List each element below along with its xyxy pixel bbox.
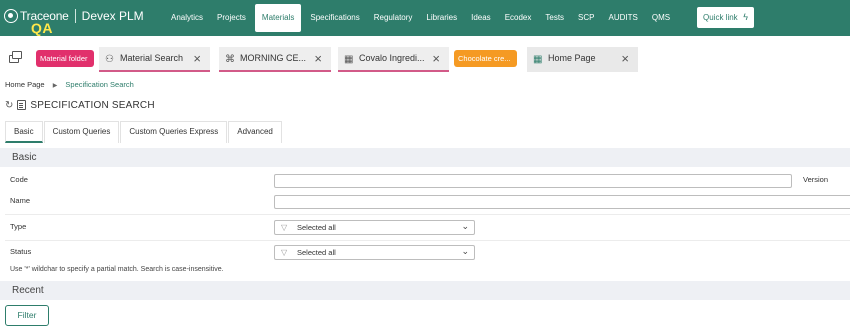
open-tabs-bar: Material folder ⚇ Material Search × ⌘ MO… bbox=[0, 44, 850, 73]
breadcrumb-current[interactable]: Specification Search bbox=[65, 80, 133, 89]
row-divider bbox=[5, 214, 850, 215]
filter-icon: ▽ bbox=[281, 248, 288, 257]
close-icon[interactable]: × bbox=[432, 51, 440, 66]
close-icon[interactable]: × bbox=[193, 51, 201, 66]
logo-divider bbox=[74, 9, 76, 23]
tab-basic[interactable]: Basic bbox=[5, 121, 43, 143]
type-select-value: Selected all bbox=[297, 223, 336, 232]
top-navigation-bar: Traceone Devex PLM QA Analytics Projects… bbox=[0, 0, 850, 36]
nav-ideas[interactable]: Ideas bbox=[464, 0, 498, 36]
refresh-icon[interactable]: ↻ bbox=[5, 100, 13, 111]
page-title: SPECIFICATION SEARCH bbox=[30, 99, 155, 111]
close-icon[interactable]: × bbox=[314, 51, 322, 66]
tab-home-page[interactable]: ▦ Home Page × bbox=[527, 47, 638, 72]
hierarchy-icon: ⚇ bbox=[105, 54, 114, 65]
tab-label: Covalo Ingredi... bbox=[359, 53, 425, 63]
table-icon: ▦ bbox=[344, 54, 354, 65]
nav-ecodex[interactable]: Ecodex bbox=[498, 0, 539, 36]
main-nav: Analytics Projects Materials Specificati… bbox=[164, 0, 677, 36]
tab-custom-queries[interactable]: Custom Queries bbox=[43, 121, 120, 143]
search-hint: Use '*' wildchar to specify a partial ma… bbox=[10, 266, 224, 273]
traceone-logo-icon bbox=[4, 9, 18, 23]
code-input[interactable] bbox=[274, 174, 792, 188]
filter-button[interactable]: Filter bbox=[5, 305, 49, 326]
tab-custom-queries-express[interactable]: Custom Queries Express bbox=[120, 121, 228, 143]
tab-morning-ce[interactable]: ⌘ MORNING CE... × bbox=[219, 47, 331, 72]
nav-audits[interactable]: AUDITS bbox=[602, 0, 645, 36]
tab-label: Home Page bbox=[548, 53, 596, 63]
filter-icon: ▽ bbox=[281, 223, 288, 232]
name-input[interactable] bbox=[274, 195, 850, 209]
nav-regulatory[interactable]: Regulatory bbox=[367, 0, 420, 36]
page-title-row: ↻ SPECIFICATION SEARCH bbox=[5, 99, 155, 111]
nav-materials[interactable]: Materials bbox=[254, 4, 302, 32]
row-divider bbox=[5, 240, 850, 241]
nav-analytics[interactable]: Analytics bbox=[164, 0, 210, 36]
nav-tests[interactable]: Tests bbox=[538, 0, 571, 36]
document-icon bbox=[17, 100, 27, 110]
search-mode-tabs: Basic Custom Queries Custom Queries Expr… bbox=[5, 121, 283, 143]
grid-icon: ▦ bbox=[533, 54, 543, 65]
tab-covalo-ingredi[interactable]: ▦ Covalo Ingredi... × bbox=[338, 47, 449, 72]
environment-badge: QA bbox=[31, 20, 53, 36]
workflow-icon: ⌘ bbox=[225, 54, 235, 65]
nav-libraries[interactable]: Libraries bbox=[419, 0, 464, 36]
name-label: Name bbox=[10, 196, 31, 205]
chevron-down-icon: ⌄ bbox=[461, 246, 469, 256]
close-icon[interactable]: × bbox=[621, 51, 629, 66]
product-name: Devex PLM bbox=[81, 9, 144, 23]
nav-projects[interactable]: Projects bbox=[210, 0, 253, 36]
status-select[interactable]: ▽ Selected all ⌄ bbox=[274, 245, 475, 260]
breadcrumb: Home Page ▶ Specification Search bbox=[5, 80, 134, 89]
quick-link-label: Quick link bbox=[703, 13, 738, 22]
status-label: Status bbox=[10, 247, 32, 256]
type-label: Type bbox=[10, 222, 27, 231]
nav-scp[interactable]: SCP bbox=[571, 0, 601, 36]
type-select[interactable]: ▽ Selected all ⌄ bbox=[274, 220, 475, 235]
tabs-overview-icon[interactable] bbox=[9, 51, 23, 63]
version-label: Version bbox=[803, 175, 829, 184]
basic-section-header: Basic bbox=[0, 148, 850, 167]
tab-advanced[interactable]: Advanced bbox=[228, 121, 282, 143]
tab-chocolate-cre[interactable]: Chocolate cre... bbox=[454, 50, 517, 67]
lightning-icon: ϟ bbox=[743, 12, 748, 22]
recent-section-header: Recent bbox=[0, 281, 850, 300]
breadcrumb-arrow-icon: ▶ bbox=[52, 83, 58, 89]
code-label: Code bbox=[10, 175, 28, 184]
app-logo[interactable]: Traceone Devex PLM bbox=[4, 9, 144, 23]
nav-qms[interactable]: QMS bbox=[645, 0, 677, 36]
status-select-value: Selected all bbox=[297, 248, 336, 257]
quick-link-button[interactable]: Quick link ϟ bbox=[697, 7, 754, 28]
tab-material-folder[interactable]: Material folder bbox=[36, 50, 94, 67]
tab-label: Material Search bbox=[120, 53, 184, 63]
chevron-down-icon: ⌄ bbox=[461, 221, 469, 231]
nav-specifications[interactable]: Specifications bbox=[303, 0, 366, 36]
tab-label: MORNING CE... bbox=[240, 53, 307, 63]
tab-material-search[interactable]: ⚇ Material Search × bbox=[99, 47, 210, 72]
breadcrumb-home[interactable]: Home Page bbox=[5, 80, 45, 89]
